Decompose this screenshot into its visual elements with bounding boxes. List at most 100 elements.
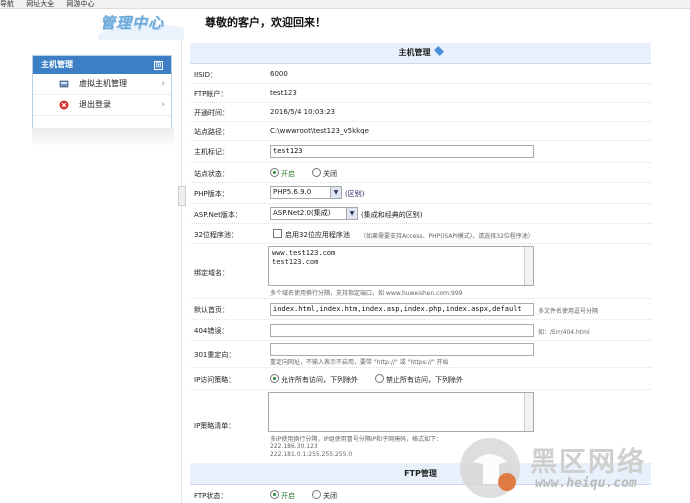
row-301: 301重定向： 重定向网址，不输入表示不启用，要带 "http://" 或 "h… [190, 340, 651, 368]
watermark-text: 黑区网络 [530, 447, 646, 478]
bookmark-games[interactable]: 网游中心 [66, 0, 94, 8]
aspnet-version-note[interactable]: (集成和经典的区别) [361, 210, 422, 220]
site-status-label: 站点状态： [194, 170, 229, 178]
nav-item-label: 虚拟主机管理 [79, 79, 127, 88]
ftp-status-label: FTP状态： [194, 492, 228, 500]
row-site-path: 站点路径： C:\wwwroot\test123_v5kkqe [190, 121, 651, 141]
bind-domain-textarea[interactable]: www.test123.com test123.com [268, 246, 534, 286]
host-icon [59, 80, 69, 88]
err404-input[interactable] [270, 324, 534, 337]
iisid-value: 6000 [270, 70, 288, 78]
site-path-label: 站点路径： [194, 128, 229, 136]
watermark-url: www.heiqu.com [535, 476, 637, 491]
ip-policy-allow-option[interactable]: 允许所有访问，下列除外 [270, 374, 358, 385]
host-tag-input[interactable]: test123 [270, 145, 534, 158]
textarea-scrollbar[interactable] [524, 247, 533, 285]
row-default-page: 默认首页： index.html,index.htm,index.asp,ind… [190, 298, 651, 320]
aspnet-version-value: ASP.Net2.0(集成) [273, 209, 331, 217]
bookmark-sites[interactable]: 网址大全 [26, 0, 54, 8]
ip-list-label: IP策略清单： [194, 422, 236, 430]
site-status-off-label: 关闭 [323, 170, 337, 178]
column-divider [181, 40, 182, 503]
left-panel-title: 主机管理 [41, 60, 73, 69]
textarea-scrollbar[interactable] [524, 393, 533, 431]
ip-list-example: 222.186.30.123 [270, 443, 318, 450]
row-site-status: 站点状态： 开启 关闭 [190, 162, 651, 183]
pool32-checkbox-option[interactable]: 启用32位应用程序池 [273, 229, 350, 240]
section-header-host: 主机管理 [190, 43, 651, 64]
ftp-status-off-option[interactable]: 关闭 [312, 490, 337, 501]
redirect301-hint: 重定向网址，不输入表示不启用，要带 "http://" 或 "https://"… [270, 359, 449, 366]
pool32-checkbox[interactable] [273, 229, 282, 238]
iisid-label: IISID： [194, 71, 218, 79]
nav-item-label: 退出登录 [79, 100, 111, 109]
radio-off[interactable] [312, 490, 321, 499]
php-version-label: PHP版本： [194, 190, 229, 198]
ftp-status-off-label: 关闭 [323, 492, 337, 500]
row-ftp-account: FTP帐户： test123 [190, 83, 651, 103]
open-time-value: 2016/5/4 10:03:23 [270, 108, 336, 116]
row-404: 404错误： 如：/Err/404.html [190, 319, 651, 341]
row-bind-domain: 绑定域名： www.test123.com test123.com 多个域名使用… [190, 243, 651, 299]
row-ip-policy: IP访问策略： 允许所有访问，下列除外 禁止所有访问，下列除外 [190, 367, 651, 390]
ip-policy-allow-label: 允许所有访问，下列除外 [281, 376, 358, 384]
welcome-message: 尊敬的客户，欢迎回来！ [205, 16, 326, 29]
default-page-hint: 多文件名使用逗号分隔 [538, 308, 599, 315]
bind-domain-line: test123.com [272, 258, 319, 266]
row-host-tag: 主机标记： test123 [190, 140, 651, 163]
sidebar-toggle-handle[interactable] [178, 186, 186, 206]
nav-item-host-manage[interactable]: 虚拟主机管理 › [33, 74, 171, 95]
php-version-select[interactable]: PHP5.6.9.0 ▼ [270, 186, 342, 199]
left-panel-header[interactable]: 主机管理 ⊞ [33, 56, 171, 74]
ip-policy-deny-option[interactable]: 禁止所有访问，下列除外 [375, 374, 463, 385]
section-title: 主机管理 [398, 48, 431, 57]
php-version-note[interactable]: (区别) [345, 189, 364, 199]
ftp-account-value: test123 [270, 89, 297, 97]
bind-domain-label: 绑定域名： [194, 269, 229, 277]
site-path-value: C:\wwwroot\test123_v5kkqe [270, 127, 369, 135]
pool32-check-label: 启用32位应用程序池 [285, 231, 350, 239]
panel-shadow [32, 128, 174, 148]
left-nav-panel: 主机管理 ⊞ 虚拟主机管理 › 退出登录 › [32, 55, 172, 129]
logout-icon [59, 100, 69, 110]
radio-deny[interactable] [375, 374, 384, 383]
site-status-on-option[interactable]: 开启 [270, 168, 295, 179]
radio-on[interactable] [270, 490, 279, 499]
ip-list-example: 222.181.0.1:255.255.255.0 [270, 451, 353, 458]
aspnet-version-select[interactable]: ASP.Net2.0(集成) ▼ [270, 207, 358, 220]
row-aspnet-version: ASP.Net版本： ASP.Net2.0(集成) ▼ (集成和经典的区别) [190, 203, 651, 224]
chevron-right-icon: › [161, 79, 165, 89]
chevron-down-icon: ▼ [330, 187, 341, 198]
pool32-note: （如果需要支持Access、PHP(ISAPI模式)，请选择32位程序池） [360, 233, 534, 240]
chevron-down-icon: ▼ [346, 208, 357, 219]
ftp-status-on-label: 开启 [281, 492, 295, 500]
row-open-time: 开通时间： 2016/5/4 10:03:23 [190, 102, 651, 122]
host-manage-form: 主机管理 IISID： 6000 FTP帐户： test123 开通时间： 20… [190, 43, 651, 500]
err404-hint: 如：/Err/404.html [538, 329, 590, 336]
redirect301-label: 301重定向： [194, 351, 236, 359]
section-title: FTP管理 [404, 469, 437, 478]
aspnet-version-label: ASP.Net版本： [194, 211, 242, 219]
bookmark-nav[interactable]: 导航 [0, 0, 14, 8]
diamond-icon [433, 46, 444, 56]
row-iisid: IISID： 6000 [190, 64, 651, 84]
radio-on[interactable] [270, 168, 279, 177]
site-status-on-label: 开启 [281, 170, 295, 178]
ip-policy-label: IP访问策略： [194, 376, 236, 384]
default-page-input[interactable]: index.html,index.htm,index.asp,index.php… [270, 303, 534, 316]
ftp-account-label: FTP帐户： [194, 90, 228, 98]
pool32-label: 32位程序池： [194, 231, 238, 239]
site-status-off-option[interactable]: 关闭 [312, 168, 337, 179]
nav-item-logout[interactable]: 退出登录 › [33, 95, 171, 116]
redirect301-input[interactable] [270, 343, 534, 356]
ftp-status-on-option[interactable]: 开启 [270, 490, 295, 501]
ip-list-textarea[interactable] [268, 392, 534, 432]
php-version-value: PHP5.6.9.0 [273, 188, 312, 196]
bind-domain-line: www.test123.com [272, 249, 336, 257]
collapse-icon[interactable]: ⊞ [154, 61, 163, 70]
radio-allow[interactable] [270, 374, 279, 383]
open-time-label: 开通时间： [194, 109, 229, 117]
radio-off[interactable] [312, 168, 321, 177]
ip-list-hint: 多IP使用换行分隔，IP组使用冒号分隔IP和子网掩码，格式如下： [270, 436, 443, 443]
bind-domain-hint: 多个域名使用换行分隔，支持指定端口，如 www.huweishen.com:99… [270, 290, 463, 297]
